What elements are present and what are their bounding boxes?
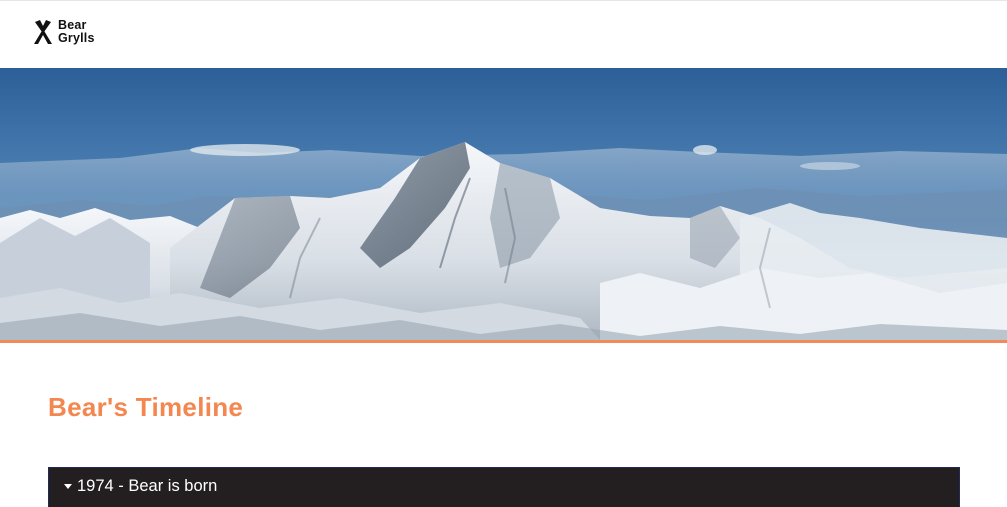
- timeline-heading: Bear's Timeline: [48, 392, 244, 422]
- caret-down-icon: [64, 484, 72, 489]
- logo-wordmark: Bear Grylls: [58, 19, 95, 45]
- timeline-item-label: 1974 - Bear is born: [77, 477, 218, 495]
- timeline-item-1974[interactable]: 1974 - Bear is born: [48, 467, 960, 507]
- site-header: Bear Grylls: [0, 0, 1007, 68]
- logo-line-2: Grylls: [58, 31, 95, 45]
- crossed-blades-icon: [34, 20, 52, 44]
- site-logo[interactable]: Bear Grylls: [32, 19, 95, 45]
- mountain-landscape-image: [0, 68, 1007, 340]
- hero-divider: [0, 340, 1007, 343]
- hero-banner: [0, 68, 1007, 340]
